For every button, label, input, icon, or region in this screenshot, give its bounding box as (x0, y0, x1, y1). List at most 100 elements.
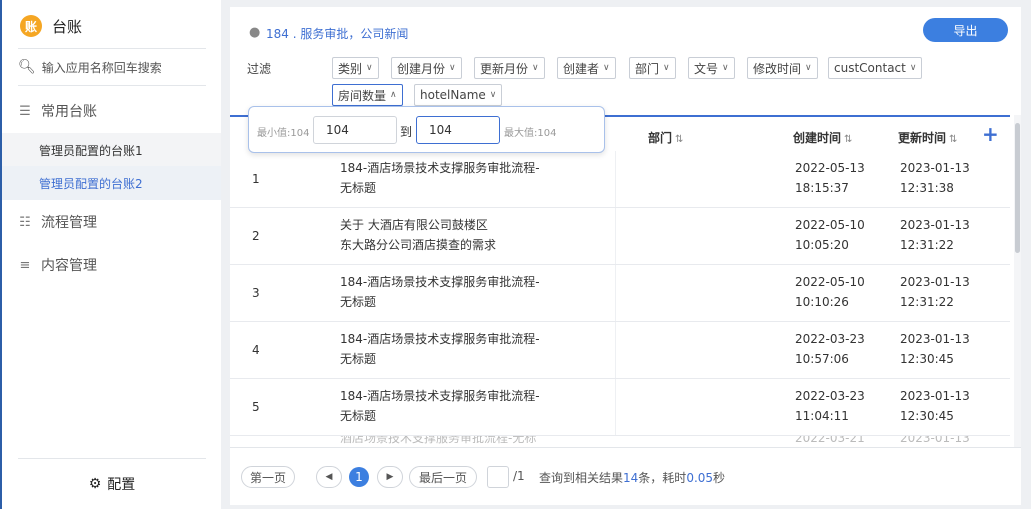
row-updated-time: 2023-01-13 (900, 436, 970, 445)
range-separator: 到 (400, 125, 413, 139)
chevron-down-icon: ∨ (603, 63, 610, 73)
location-pin-icon: ● (249, 25, 261, 40)
filter-chip-creator[interactable]: 创建者 ∨ (557, 57, 616, 79)
main-panel: ● 184 . 服务审批，公司新闻 导出 过滤 类别 ∨ 创建月份 ∨ 更新月份 ∨ … (230, 7, 1021, 505)
chevron-down-icon: ∨ (909, 63, 917, 73)
row-updated-time: 2023-01-13 12:30:45 (900, 332, 970, 366)
row-index: 4 (252, 343, 260, 357)
filter-chip-category[interactable]: 类别 ∨ (332, 57, 379, 79)
ledger-logo-icon: 账 (20, 15, 42, 37)
row-updated-time: 2023-01-13 12:31:22 (900, 275, 970, 309)
scrollbar-thumb[interactable] (1015, 123, 1020, 253)
row-title[interactable]: 184-酒店场景技术支撑服务审批流程- 无标题 (340, 386, 580, 426)
config-button[interactable]: ⚙ 配置 (18, 458, 206, 509)
sidebar-item-label: 管理员配置的台账1 (39, 143, 143, 158)
add-column-icon[interactable]: + (982, 122, 999, 146)
config-label: 配置 (107, 477, 136, 493)
total-pages: /1 (513, 469, 525, 483)
column-divider (615, 208, 616, 264)
chevron-right-icon: ▶ (386, 472, 394, 482)
sidebar-item-ledger1[interactable]: 管理员配置的台账1 (2, 133, 221, 167)
filter-chip-hotel-name[interactable]: hotelName ∨ (414, 84, 503, 106)
filter-chip-room-count[interactable]: 房间数量 ∧ (332, 84, 403, 106)
prev-page-button[interactable]: ◀ (316, 466, 342, 488)
filter-chip-updated-month[interactable]: 更新月份 ∨ (474, 57, 545, 79)
row-title[interactable]: 酒店场景技术支撑服务审批流程-无标 (340, 436, 580, 447)
column-divider (615, 265, 616, 321)
sidebar-item-ledger2[interactable]: 管理员配置的台账2 (2, 166, 221, 200)
filter-label: 过滤 (247, 62, 272, 76)
column-header-created[interactable]: 创建时间 ⇅ (793, 129, 852, 146)
gear-icon: ⚙ (88, 476, 102, 492)
sidebar-group-favorites[interactable]: ☰ 常用台账 (18, 101, 97, 121)
column-divider (615, 379, 616, 435)
app-logo: 账 台账 (20, 14, 82, 38)
row-created-time: 2022-05-10 10:10:26 (795, 275, 865, 309)
app-search[interactable]: 🔍︎ 输入应用名称回车搜索 (18, 48, 206, 86)
row-title[interactable]: 184-酒店场景技术支撑服务审批流程- 无标题 (340, 158, 580, 198)
chevron-up-icon: ∧ (390, 90, 397, 100)
row-title[interactable]: 关于 大酒店有限公司鼓楼区 东大路分公司酒店摸查的需求 (340, 215, 580, 255)
column-divider (615, 151, 616, 207)
sidebar-group-label: 常用台账 (41, 104, 97, 120)
table-row[interactable]: 酒店场景技术支撑服务审批流程-无标 2022-03-21 2023-01-13 (230, 436, 1010, 447)
breadcrumb[interactable]: 184 . 服务审批，公司新闻 (266, 25, 408, 42)
column-divider (615, 322, 616, 378)
sidebar-item-label: 管理员配置的台账2 (39, 176, 143, 191)
filter-chip-modified-time[interactable]: 修改时间 ∨ (747, 57, 818, 79)
row-index: 1 (252, 172, 260, 186)
column-header-updated[interactable]: 更新时间 ⇅ (898, 129, 957, 146)
row-index: 2 (252, 229, 260, 243)
chevron-down-icon: ∨ (489, 90, 497, 100)
search-icon: 🔍︎ (18, 59, 36, 75)
row-title[interactable]: 184-酒店场景技术支撑服务审批流程- 无标题 (340, 272, 580, 312)
next-page-button[interactable]: ▶ (377, 466, 403, 488)
result-summary: 查询到相关结果14条，耗时0.05秒 (539, 471, 726, 485)
list-icon: ≡ (19, 257, 31, 273)
table-row[interactable]: 4 184-酒店场景技术支撑服务审批流程- 无标题 2022-03-23 10:57… (230, 322, 1010, 379)
sidebar-group-label: 流程管理 (41, 215, 97, 231)
column-header-department[interactable]: 部门 ⇅ (648, 129, 683, 146)
sidebar-group-content[interactable]: ≡ 内容管理 (18, 255, 97, 275)
min-value-input[interactable] (313, 116, 397, 144)
table-row[interactable]: 2 关于 大酒店有限公司鼓楼区 东大路分公司酒店摸查的需求 2022-05-10 1… (230, 208, 1010, 265)
current-page[interactable]: 1 (349, 467, 369, 487)
filter-chip-created-month[interactable]: 创建月份 ∨ (391, 57, 462, 79)
filter-chip-cust-contact[interactable]: custContact ∨ (828, 57, 923, 79)
chevron-left-icon: ◀ (325, 472, 333, 482)
search-placeholder[interactable]: 输入应用名称回车搜索 (42, 59, 162, 76)
sort-icon: ⇅ (844, 134, 853, 145)
sidebar-group-process[interactable]: ☷ 流程管理 (18, 212, 97, 232)
row-updated-time: 2023-01-13 12:30:45 (900, 389, 970, 423)
sidebar: 账 台账 🔍︎ 输入应用名称回车搜索 ☰ 常用台账 管理员配置的台账1 管理员配… (2, 0, 221, 509)
max-value-input[interactable] (416, 116, 500, 144)
filter-chip-department[interactable]: 部门 ∨ (629, 57, 676, 79)
min-value-hint: 最小值:104 (257, 128, 310, 139)
page-jump-input[interactable] (487, 466, 509, 488)
sort-icon: ⇅ (949, 134, 958, 145)
chevron-down-icon: ∨ (722, 63, 729, 73)
sort-icon: ⇅ (675, 134, 684, 145)
row-created-time: 2022-03-21 (795, 436, 865, 445)
chevron-down-icon: ∨ (805, 63, 812, 73)
chevron-down-icon: ∨ (663, 63, 670, 73)
layers-icon: ☰ (19, 103, 31, 119)
export-button[interactable]: 导出 (923, 18, 1008, 42)
row-index: 5 (252, 400, 260, 414)
table-row[interactable]: 3 184-酒店场景技术支撑服务审批流程- 无标题 2022-05-10 10:10… (230, 265, 1010, 322)
max-value-hint: 最大值:104 (504, 128, 557, 139)
room-count-range-popup: 最小值:104 到 最大值:104 (248, 106, 605, 153)
chevron-down-icon: ∨ (449, 63, 456, 73)
row-title[interactable]: 184-酒店场景技术支撑服务审批流程- 无标题 (340, 329, 580, 369)
table-row[interactable]: 5 184-酒店场景技术支撑服务审批流程- 无标题 2022-03-23 11:04… (230, 379, 1010, 436)
first-page-button[interactable]: 第一页 (241, 466, 295, 488)
row-created-time: 2022-05-10 10:05:20 (795, 218, 865, 252)
filter-chip-doc-number[interactable]: 文号 ∨ (688, 57, 735, 79)
table-row[interactable]: 1 184-酒店场景技术支撑服务审批流程- 无标题 2022-05-13 18:15… (230, 151, 1010, 208)
row-created-time: 2022-03-23 11:04:11 (795, 389, 865, 423)
sidebar-group-label: 内容管理 (41, 258, 97, 274)
flow-icon: ☷ (19, 214, 31, 230)
app-title: 台账 (52, 17, 83, 36)
last-page-button[interactable]: 最后一页 (409, 466, 477, 488)
chevron-down-icon: ∨ (366, 63, 373, 73)
